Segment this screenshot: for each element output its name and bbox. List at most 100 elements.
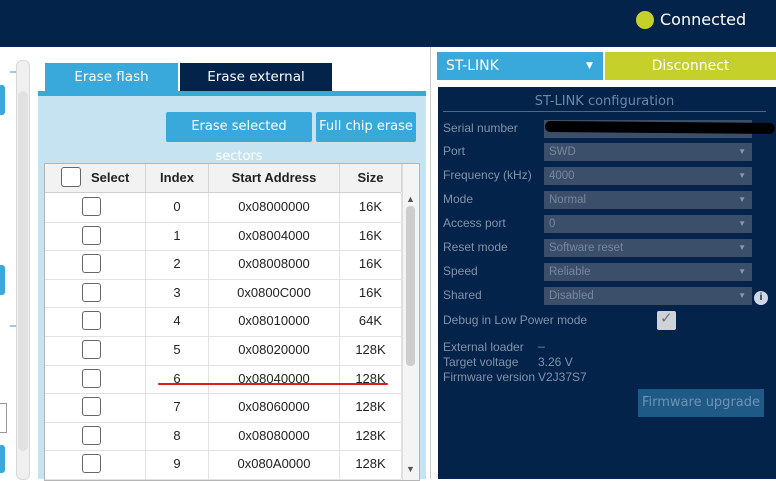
column-header-size[interactable]: Size xyxy=(340,164,402,192)
target-voltage-label: Target voltage xyxy=(443,355,519,369)
annotation-underline xyxy=(158,383,388,385)
tab-erase-flash-memory[interactable]: Erase flash memory xyxy=(45,63,178,113)
table-scrollbar[interactable]: ▲ ▼ xyxy=(402,164,419,480)
sector-checkbox[interactable] xyxy=(82,311,101,331)
select-all-checkbox[interactable] xyxy=(61,167,81,187)
sector-checkbox[interactable] xyxy=(82,397,101,417)
erase-selected-sectors-button[interactable]: Erase selected sectors xyxy=(166,112,312,164)
disconnect-button[interactable]: Disconnect xyxy=(605,52,776,80)
top-bar: Connected xyxy=(0,0,776,47)
speed-label: Speed xyxy=(443,264,478,278)
mode-select[interactable]: Normal ▼ xyxy=(544,191,752,209)
size-cell: 128K xyxy=(340,336,402,365)
select-cell xyxy=(45,307,146,336)
debug-low-power-label: Debug in Low Power mode xyxy=(443,313,588,327)
sector-checkbox[interactable] xyxy=(82,197,101,216)
interface-select-value: ST-LINK xyxy=(446,58,499,74)
access-port-label: Access port xyxy=(443,216,506,230)
sector-checkbox[interactable] xyxy=(82,425,101,445)
index-cell: 1 xyxy=(146,221,209,251)
column-header-select[interactable]: Select xyxy=(45,164,146,192)
column-header-index[interactable]: Index xyxy=(146,164,209,192)
index-cell: 9 xyxy=(146,450,209,479)
left-scrollbar[interactable] xyxy=(16,60,30,480)
firmware-upgrade-button[interactable]: Firmware upgrade xyxy=(638,389,764,417)
speed-select[interactable]: Reliable ▼ xyxy=(544,263,752,281)
table-row[interactable]: 8 0x08080000 128K xyxy=(45,421,402,452)
connection-status-text: Connected xyxy=(660,10,747,29)
port-value: SWD xyxy=(549,146,576,158)
frequency-khz-select[interactable]: 4000 ▼ xyxy=(544,167,752,185)
chevron-down-icon: ▼ xyxy=(738,219,746,228)
table-row[interactable]: 6 0x08040000 128K xyxy=(45,364,402,395)
select-cell xyxy=(45,421,146,451)
select-cell xyxy=(45,450,146,479)
side-button[interactable] xyxy=(0,445,5,473)
chevron-down-icon: ▼ xyxy=(738,291,746,300)
select-cell xyxy=(45,364,146,394)
start-address-cell: 0x08000000 xyxy=(209,193,340,222)
config-title: ST-LINK configuration xyxy=(443,94,766,112)
speed-value: Reliable xyxy=(549,266,591,278)
debug-low-power-checkbox[interactable]: ✓ xyxy=(657,310,676,330)
scrollbar-thumb[interactable] xyxy=(18,91,28,451)
port-select[interactable]: SWD ▼ xyxy=(544,143,752,161)
full-chip-erase-button[interactable]: Full chip erase xyxy=(316,112,416,142)
access-port-value: 0 xyxy=(549,218,556,230)
mode-value: Normal xyxy=(549,194,587,206)
select-cell xyxy=(45,278,146,308)
start-address-cell: 0x08020000 xyxy=(209,336,340,365)
frequency-khz-value: 4000 xyxy=(549,170,575,182)
port-label: Port xyxy=(443,144,466,158)
chevron-down-icon: ▼ xyxy=(738,171,746,180)
size-cell: 16K xyxy=(340,221,402,251)
table-row[interactable]: 2 0x08008000 16K xyxy=(45,250,402,280)
access-port-select[interactable]: 0 ▼ xyxy=(544,215,752,233)
checkmark-icon: ✓ xyxy=(660,310,673,327)
scrollbar-thumb[interactable] xyxy=(406,206,415,366)
table-row[interactable]: 3 0x0800C000 16K xyxy=(45,278,402,309)
side-button[interactable] xyxy=(0,265,5,295)
size-cell: 16K xyxy=(340,278,402,308)
index-cell: 2 xyxy=(146,250,209,279)
info-icon[interactable]: i xyxy=(754,291,768,305)
sector-checkbox[interactable] xyxy=(82,254,101,274)
table-row[interactable]: 0 0x08000000 16K xyxy=(45,193,402,223)
table-row[interactable]: 5 0x08020000 128K xyxy=(45,336,402,366)
index-cell: 6 xyxy=(146,364,209,394)
sector-checkbox[interactable] xyxy=(82,282,101,302)
index-cell: 5 xyxy=(146,336,209,365)
firmware-version-value: V2J37S7 xyxy=(538,370,587,384)
sector-checkbox[interactable] xyxy=(82,225,101,245)
index-cell: 0 xyxy=(146,193,209,222)
interface-select[interactable]: ST-LINK ▼ xyxy=(437,52,603,80)
select-cell xyxy=(45,193,146,222)
reset-mode-select[interactable]: Software reset ▼ xyxy=(544,239,752,257)
side-button[interactable] xyxy=(0,85,5,115)
start-address-cell: 0x08010000 xyxy=(209,307,340,336)
start-address-cell: 0x08060000 xyxy=(209,393,340,422)
select-cell xyxy=(45,250,146,279)
panel-divider xyxy=(430,47,431,479)
select-cell xyxy=(45,221,146,251)
sector-checkbox[interactable] xyxy=(82,340,101,359)
index-cell: 8 xyxy=(146,421,209,451)
size-cell: 128K xyxy=(340,421,402,451)
side-input[interactable] xyxy=(0,403,7,433)
scroll-down-icon[interactable]: ▼ xyxy=(406,464,415,474)
sector-checkbox[interactable] xyxy=(82,454,101,474)
sector-checkbox[interactable] xyxy=(82,368,101,388)
chevron-down-icon: ▼ xyxy=(586,61,593,71)
shared-label: Shared xyxy=(443,288,482,302)
external-loader-value: _ xyxy=(538,334,545,348)
table-row[interactable]: 7 0x08060000 128K xyxy=(45,393,402,423)
size-cell: 128K xyxy=(340,393,402,422)
scroll-up-icon[interactable]: ▲ xyxy=(406,194,415,204)
target-voltage-value: 3.26 V xyxy=(538,355,573,369)
table-row[interactable]: 1 0x08004000 16K xyxy=(45,221,402,252)
tab-erase-external-memory[interactable]: Erase external memory xyxy=(180,63,332,113)
column-header-start-address[interactable]: Start Address xyxy=(209,164,340,192)
table-row[interactable]: 9 0x080A0000 128K xyxy=(45,450,402,480)
table-row[interactable]: 4 0x08010000 64K xyxy=(45,307,402,337)
shared-select[interactable]: Disabled ▼ xyxy=(544,287,752,305)
